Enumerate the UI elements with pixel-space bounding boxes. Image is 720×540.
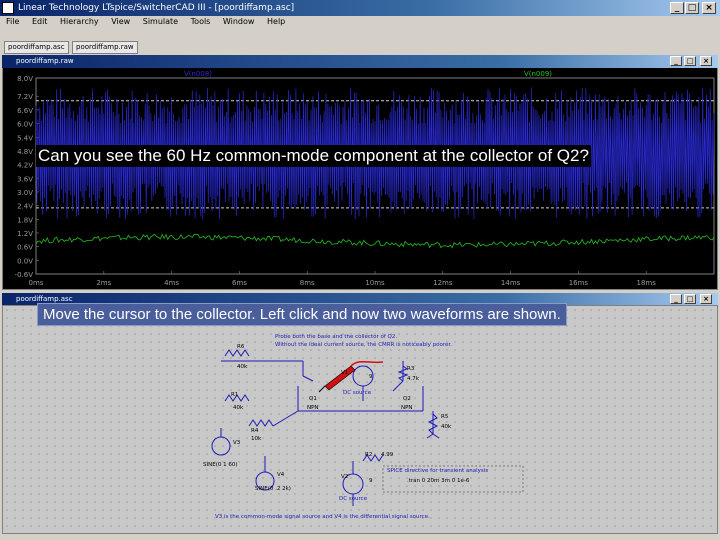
trace-label: V(n008) bbox=[184, 70, 212, 78]
waveform-maximize-button[interactable]: □ bbox=[684, 56, 696, 66]
r3-value: 4.7k bbox=[407, 376, 419, 382]
x-tick-label: 8ms bbox=[300, 279, 315, 287]
menu-edit[interactable]: Edit bbox=[32, 17, 48, 26]
r4-value: 10k bbox=[251, 436, 262, 442]
minimize-button[interactable]: _ bbox=[670, 2, 684, 14]
r3-label: R3 bbox=[407, 366, 415, 372]
x-tick-label: 6ms bbox=[232, 279, 247, 287]
y-tick-label: 8.0V bbox=[17, 75, 33, 83]
y-tick-label: 6.0V bbox=[17, 121, 33, 129]
window-title: Linear Technology LTspice/SwitcherCAD II… bbox=[18, 3, 295, 13]
x-tick-label: 18ms bbox=[637, 279, 657, 287]
document-tab-bar: poordiffamp.asc poordiffamp.raw bbox=[0, 40, 720, 54]
schematic-close-button[interactable]: × bbox=[700, 294, 712, 304]
r6-label: R6 bbox=[237, 344, 245, 350]
menu-bar: File Edit Hierarchy View Simulate Tools … bbox=[0, 16, 720, 28]
q1-label: Q1 bbox=[309, 396, 317, 402]
r2-value: 4.99 bbox=[381, 452, 394, 458]
r1-label: R1 bbox=[231, 392, 239, 398]
footer-note: V3 is the common-mode signal source and … bbox=[215, 514, 430, 520]
menu-hierarchy[interactable]: Hierarchy bbox=[60, 17, 99, 26]
waveform-minimize-button[interactable]: _ bbox=[670, 56, 682, 66]
v4-label: V4 bbox=[277, 472, 285, 478]
x-tick-label: 12ms bbox=[433, 279, 453, 287]
y-tick-label: 3.0V bbox=[17, 189, 33, 197]
menu-help[interactable]: Help bbox=[267, 17, 285, 26]
y-tick-label: 1.8V bbox=[17, 216, 33, 224]
y-tick-label: 5.4V bbox=[17, 134, 33, 142]
r4-label: R4 bbox=[251, 428, 259, 434]
q2-label: Q2 bbox=[403, 396, 411, 402]
schematic-maximize-button[interactable]: □ bbox=[684, 294, 696, 304]
waveform-window-title-bar: poordiffamp.raw _ □ × bbox=[2, 55, 718, 68]
dc-source-label-2: DC source bbox=[339, 496, 368, 502]
menu-tools[interactable]: Tools bbox=[191, 17, 211, 26]
schematic-window[interactable]: Probe both the base and the collector of… bbox=[2, 305, 718, 534]
x-tick-label: 14ms bbox=[501, 279, 521, 287]
waveform-plot[interactable]: 8.0V 7.2V 6.6V 6.0V 5.4V 4.8V 4.2V 3.6V 3.0V 2.4V… bbox=[2, 68, 718, 289]
r6-value: 40k bbox=[237, 364, 248, 370]
x-tick-label: 0ms bbox=[29, 279, 44, 287]
y-tick-label: 6.6V bbox=[17, 107, 33, 115]
tab-schematic[interactable]: poordiffamp.asc bbox=[4, 41, 69, 54]
v2-label: V2 bbox=[341, 474, 349, 480]
menu-view[interactable]: View bbox=[111, 17, 130, 26]
menu-simulate[interactable]: Simulate bbox=[143, 17, 178, 26]
spice-directive-title: SPICE directive for transient analysis bbox=[387, 468, 489, 474]
instruction-caption: Move the cursor to the collector. Left c… bbox=[37, 303, 567, 326]
annotation-probe: Probe both the base and the collector of… bbox=[275, 334, 398, 340]
menu-window[interactable]: Window bbox=[223, 17, 255, 26]
schematic-minimize-button[interactable]: _ bbox=[670, 294, 682, 304]
maximize-button[interactable]: □ bbox=[685, 2, 699, 14]
v4-value: SINE(0 .2 2k) bbox=[255, 486, 291, 492]
y-tick-label: 4.2V bbox=[17, 162, 33, 170]
app-icon bbox=[2, 2, 14, 14]
menu-file[interactable]: File bbox=[6, 17, 19, 26]
r1-value: 40k bbox=[233, 405, 244, 411]
annotation-cmrr: Without the ideal current source, the CM… bbox=[275, 342, 452, 348]
r2-label: R2 bbox=[365, 452, 373, 458]
tab-waveform[interactable]: poordiffamp.raw bbox=[72, 41, 138, 54]
dc-source-label-1: DC source bbox=[343, 390, 372, 396]
q1-type: NPN bbox=[307, 405, 319, 411]
y-tick-label: 3.6V bbox=[17, 175, 33, 183]
v2-value: 9 bbox=[369, 478, 373, 484]
q2-type: NPN bbox=[401, 405, 413, 411]
y-tick-label: 1.2V bbox=[17, 230, 33, 238]
waveform-window-title: poordiffamp.raw bbox=[16, 57, 74, 65]
x-tick-label: 16ms bbox=[569, 279, 589, 287]
y-tick-label: 0.0V bbox=[17, 257, 33, 265]
y-tick-label: 2.4V bbox=[17, 203, 33, 211]
y-tick-label: 0.6V bbox=[17, 244, 33, 252]
v3-label: V3 bbox=[233, 440, 241, 446]
v1-label: V1 bbox=[341, 370, 349, 376]
x-tick-label: 2ms bbox=[96, 279, 111, 287]
x-tick-label: 4ms bbox=[164, 279, 179, 287]
r5-label: R5 bbox=[441, 414, 449, 420]
y-tick-label: 7.2V bbox=[17, 93, 33, 101]
waveform-close-button[interactable]: × bbox=[700, 56, 712, 66]
y-tick-label: -0.6V bbox=[15, 271, 34, 279]
tab-schematic-label: poordiffamp.asc bbox=[8, 43, 65, 51]
tab-waveform-label: poordiffamp.raw bbox=[76, 43, 134, 51]
r5-value: 40k bbox=[441, 424, 452, 430]
v3-value: SINE(0 1 60) bbox=[203, 462, 238, 468]
window-title-bar: Linear Technology LTspice/SwitcherCAD II… bbox=[0, 0, 720, 16]
question-caption: Can you see the 60 Hz common-mode compon… bbox=[36, 145, 591, 167]
v1-value: 9 bbox=[369, 374, 373, 380]
trace-label: V(n009) bbox=[524, 70, 552, 78]
spice-directive[interactable]: .tran 0 20m 3m 0 1e-6 bbox=[407, 478, 469, 484]
close-button[interactable]: × bbox=[702, 2, 716, 14]
x-tick-label: 10ms bbox=[365, 279, 385, 287]
y-tick-label: 4.8V bbox=[17, 148, 33, 156]
